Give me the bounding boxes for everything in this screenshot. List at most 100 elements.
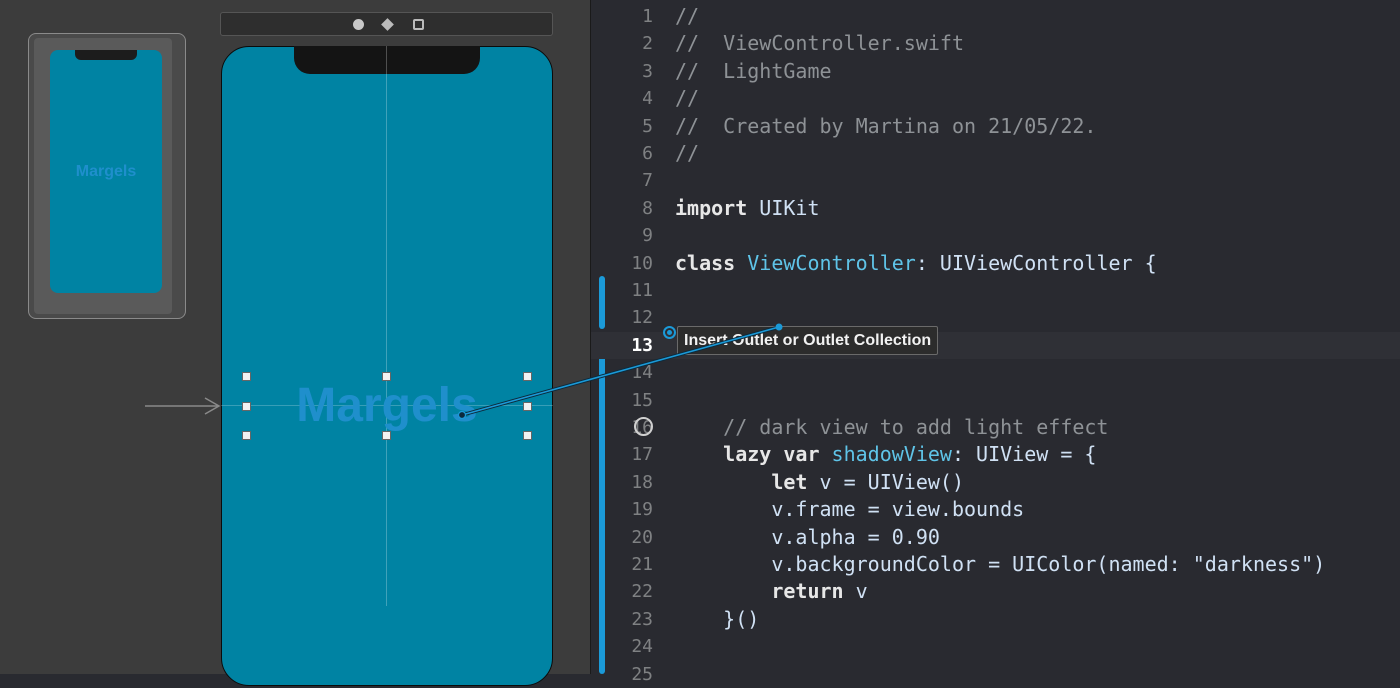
line-number: 2 <box>642 33 653 55</box>
code-text: class ViewController: UIViewController { <box>675 250 1157 277</box>
scene-dock <box>220 12 553 36</box>
code-line[interactable]: 20 v.alpha = 0.90 <box>591 524 1400 551</box>
entry-point-arrow-icon <box>145 397 221 415</box>
margels-label[interactable]: Margels <box>246 376 528 434</box>
code-text: // <box>675 85 699 112</box>
exit-icon[interactable] <box>413 19 424 30</box>
line-number: 20 <box>631 526 653 548</box>
code-text: v.backgroundColor = UIColor(named: "dark… <box>675 551 1325 578</box>
code-token: }() <box>675 606 760 631</box>
code-line[interactable]: 8 import UIKit <box>591 195 1400 222</box>
line-number: 13 <box>631 334 653 356</box>
keyword-token: let <box>675 469 808 494</box>
resize-handle-bottom-right[interactable] <box>523 431 532 440</box>
resize-handle-top[interactable] <box>382 372 391 381</box>
keyword-token: class <box>675 250 736 275</box>
code-text: // ViewController.swift <box>675 30 964 57</box>
code-token: v <box>843 579 868 604</box>
code-text: import UIKit <box>675 195 820 222</box>
line-number: 21 <box>631 554 653 575</box>
resize-handle-bottom-left[interactable] <box>242 431 251 440</box>
code-token: v.frame = view.bounds <box>675 497 1025 522</box>
code-text: // <box>675 140 699 167</box>
code-text: v.frame = view.bounds <box>675 496 1024 523</box>
code-line[interactable]: 6 // <box>591 140 1400 167</box>
line-number: 6 <box>642 143 653 164</box>
code-line[interactable]: 2 // ViewController.swift <box>591 30 1400 57</box>
line-number: 14 <box>631 362 653 384</box>
phone-notch <box>294 46 480 74</box>
code-line[interactable]: 11 <box>591 277 1400 304</box>
line-number: 12 <box>631 307 653 329</box>
code-text: v.alpha = 0.90 <box>675 524 940 551</box>
line-number: 15 <box>631 389 653 411</box>
thumbnail-label: Margels <box>75 163 137 180</box>
line-number: 25 <box>631 663 653 685</box>
code-line[interactable]: 25 <box>591 661 1400 688</box>
line-number: 10 <box>631 252 653 274</box>
center-guide-vertical <box>386 46 387 606</box>
code-token: // <box>675 4 700 28</box>
view-controller-icon[interactable] <box>353 19 364 30</box>
code-line[interactable]: 19 v.frame = view.bounds <box>591 496 1400 523</box>
code-text: // <box>675 3 699 30</box>
first-responder-icon[interactable] <box>381 18 394 31</box>
line-number: 9 <box>642 225 653 247</box>
resize-handle-bottom[interactable] <box>382 431 391 440</box>
line-number: 24 <box>631 636 653 658</box>
code-line[interactable]: 4 // <box>591 85 1400 112</box>
code-token: : UIViewController { <box>915 250 1157 275</box>
code-line[interactable]: 22 return v <box>591 578 1400 605</box>
resize-handle-top-right[interactable] <box>523 372 532 381</box>
code-line[interactable]: 23 }() <box>591 606 1400 633</box>
code-line[interactable]: 10 class ViewController: UIViewController… <box>591 250 1400 277</box>
resize-handle-left[interactable] <box>242 402 251 411</box>
code-line[interactable]: 3 // LightGame <box>591 58 1400 85</box>
code-text: return v <box>675 578 868 605</box>
code-token: // Created by Martina on 21/05/22. <box>675 113 1097 138</box>
code-text: }() <box>675 606 759 633</box>
code-text: lazy var shadowView: UIView = { <box>675 441 1096 468</box>
code-line[interactable]: 18 let v = UIView() <box>591 469 1400 496</box>
line-number: 7 <box>642 170 653 192</box>
code-text: // Created by Martina on 21/05/22. <box>675 113 1096 140</box>
code-token: UIKit <box>747 195 820 220</box>
keyword-token: lazy var <box>675 442 820 467</box>
resize-handle-top-left[interactable] <box>242 372 251 381</box>
code-token: v = UIView() <box>807 469 964 494</box>
code-token: // dark view to add light effect <box>675 415 1109 439</box>
code-line[interactable]: 24 <box>591 633 1400 660</box>
line-number: 22 <box>631 581 653 603</box>
code-token: // <box>675 141 700 165</box>
declaration-token: ViewController <box>747 250 916 275</box>
code-token: v.backgroundColor = UIColor(named: "dark… <box>675 552 1326 576</box>
line-number: 1 <box>642 6 653 27</box>
thumbnail-notch <box>75 50 137 60</box>
code-line[interactable]: 7 <box>591 167 1400 194</box>
keyword-token: import <box>675 195 748 220</box>
code-line[interactable]: 16 // dark view to add light effect <box>591 414 1400 441</box>
code-line[interactable]: 17 lazy var shadowView: UIView = { <box>591 441 1400 468</box>
line-number: 4 <box>642 88 653 110</box>
line-number: 17 <box>631 444 653 466</box>
line-number: 8 <box>642 197 653 219</box>
code-text: // dark view to add light effect <box>675 414 1108 441</box>
code-line[interactable]: 1 // <box>591 3 1400 30</box>
code-line[interactable]: 21 v.backgroundColor = UIColor(named: "d… <box>591 551 1400 578</box>
insert-outlet-indicator-icon <box>663 326 676 339</box>
code-text: // LightGame <box>675 58 832 85</box>
code-line[interactable]: 15 <box>591 387 1400 414</box>
line-number: 18 <box>631 471 653 493</box>
line-number: 5 <box>642 115 653 137</box>
code-line[interactable]: 5 // Created by Martina on 21/05/22. <box>591 113 1400 140</box>
line-number: 3 <box>642 60 653 82</box>
insert-outlet-tooltip: Insert Outlet or Outlet Collection <box>677 326 939 355</box>
resize-handle-right[interactable] <box>523 402 532 411</box>
outlet-connection-circle-icon[interactable] <box>634 417 653 436</box>
declaration-token: shadowView <box>831 442 952 467</box>
scene-view[interactable] <box>221 46 553 686</box>
keyword-token: return <box>675 579 844 604</box>
code-line[interactable]: 9 <box>591 222 1400 249</box>
code-token: v.alpha = 0.90 <box>675 524 940 549</box>
code-line[interactable]: 14 <box>591 359 1400 386</box>
